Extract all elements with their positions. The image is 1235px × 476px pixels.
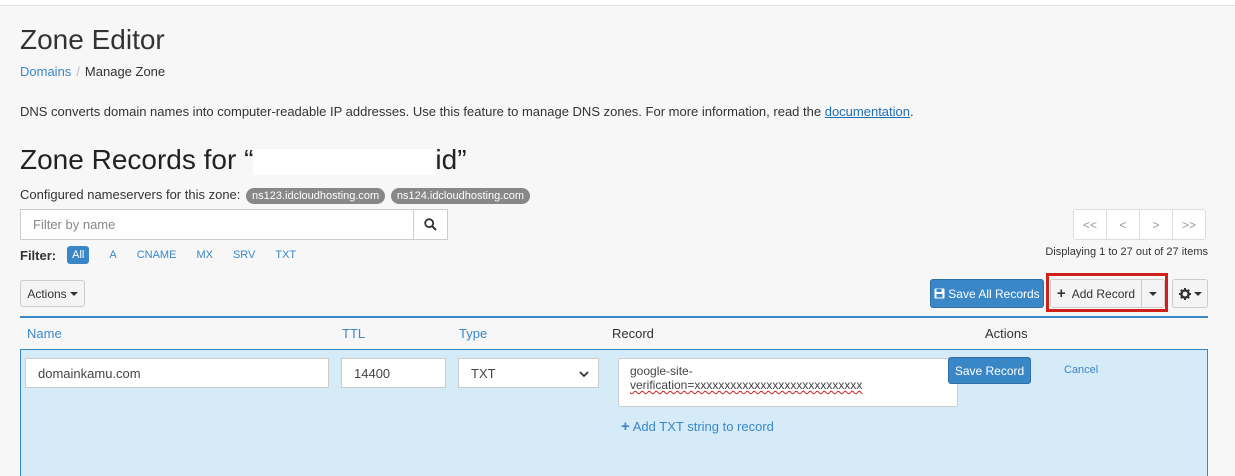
page-title: Zone Editor [20,24,165,55]
breadcrumb-current: Manage Zone [84,64,166,79]
display-count: Displaying 1 to 27 out of 27 items [1045,246,1208,258]
floppy-disk-icon [934,288,945,299]
zone-records-title: Zone Records for “id” [20,144,467,175]
chevron-down-icon [579,371,589,378]
column-header-type[interactable]: Type [459,326,487,341]
filter-bar: Filter: All A CNAME MX SRV TXT [20,246,316,264]
records-table-header: Name TTL Type Record Actions [20,316,1208,349]
record-name-input[interactable]: domainkamu.com [25,358,329,388]
record-type-select[interactable]: TXT [458,358,599,388]
plus-icon: + [621,418,630,435]
add-txt-string-link[interactable]: + Add TXT string to record [621,418,774,435]
filter-txt[interactable]: TXT [275,249,296,261]
top-border [0,0,1235,6]
gear-icon [1178,287,1191,300]
nameservers-line: Configured nameservers for this zone: ns… [20,187,531,204]
search-icon [424,218,437,231]
save-all-records-button[interactable]: Save All Records [930,279,1044,308]
column-header-ttl[interactable]: TTL [342,326,365,341]
column-header-record: Record [612,326,654,341]
settings-dropdown-button[interactable] [1172,279,1208,308]
filter-label: Filter: [20,247,57,263]
highlight-annotation-box [1046,273,1168,312]
column-header-actions: Actions [985,326,1028,341]
column-header-name[interactable]: Name [27,326,62,341]
caret-down-icon [69,291,78,296]
filter-all[interactable]: All [67,246,90,264]
nameserver-badge: ns124.idcloudhosting.com [390,188,531,204]
filter-mx[interactable]: MX [196,249,213,261]
pager-prev-button[interactable]: < [1106,209,1140,240]
search-group [20,209,448,240]
filter-a[interactable]: A [109,249,116,261]
save-record-button[interactable]: Save Record [948,357,1031,384]
page-description: DNS converts domain names into computer-… [20,104,914,119]
pager-first-button[interactable]: << [1073,209,1107,240]
actions-dropdown-button[interactable]: Actions [20,280,85,307]
breadcrumb-domains-link[interactable]: Domains [20,64,71,79]
record-value-textarea[interactable]: google-site- verification=xxxxxxxxxxxxxx… [618,358,958,407]
cancel-link[interactable]: Cancel [1064,364,1098,376]
pager-last-button[interactable]: >> [1172,209,1206,240]
pagination: << < > >> [1073,209,1206,240]
filter-cname[interactable]: CNAME [137,249,177,261]
pager-next-button[interactable]: > [1139,209,1173,240]
search-button[interactable] [413,209,448,240]
record-ttl-input[interactable]: 14400 [341,358,446,388]
documentation-link[interactable]: documentation [825,104,910,119]
caret-down-icon [1193,291,1202,296]
nameserver-badge: ns123.idcloudhosting.com [246,188,386,204]
filter-srv[interactable]: SRV [233,249,255,261]
breadcrumb: Domains / Manage Zone [20,64,166,79]
redacted-domain [253,148,436,175]
search-input[interactable] [20,209,413,240]
